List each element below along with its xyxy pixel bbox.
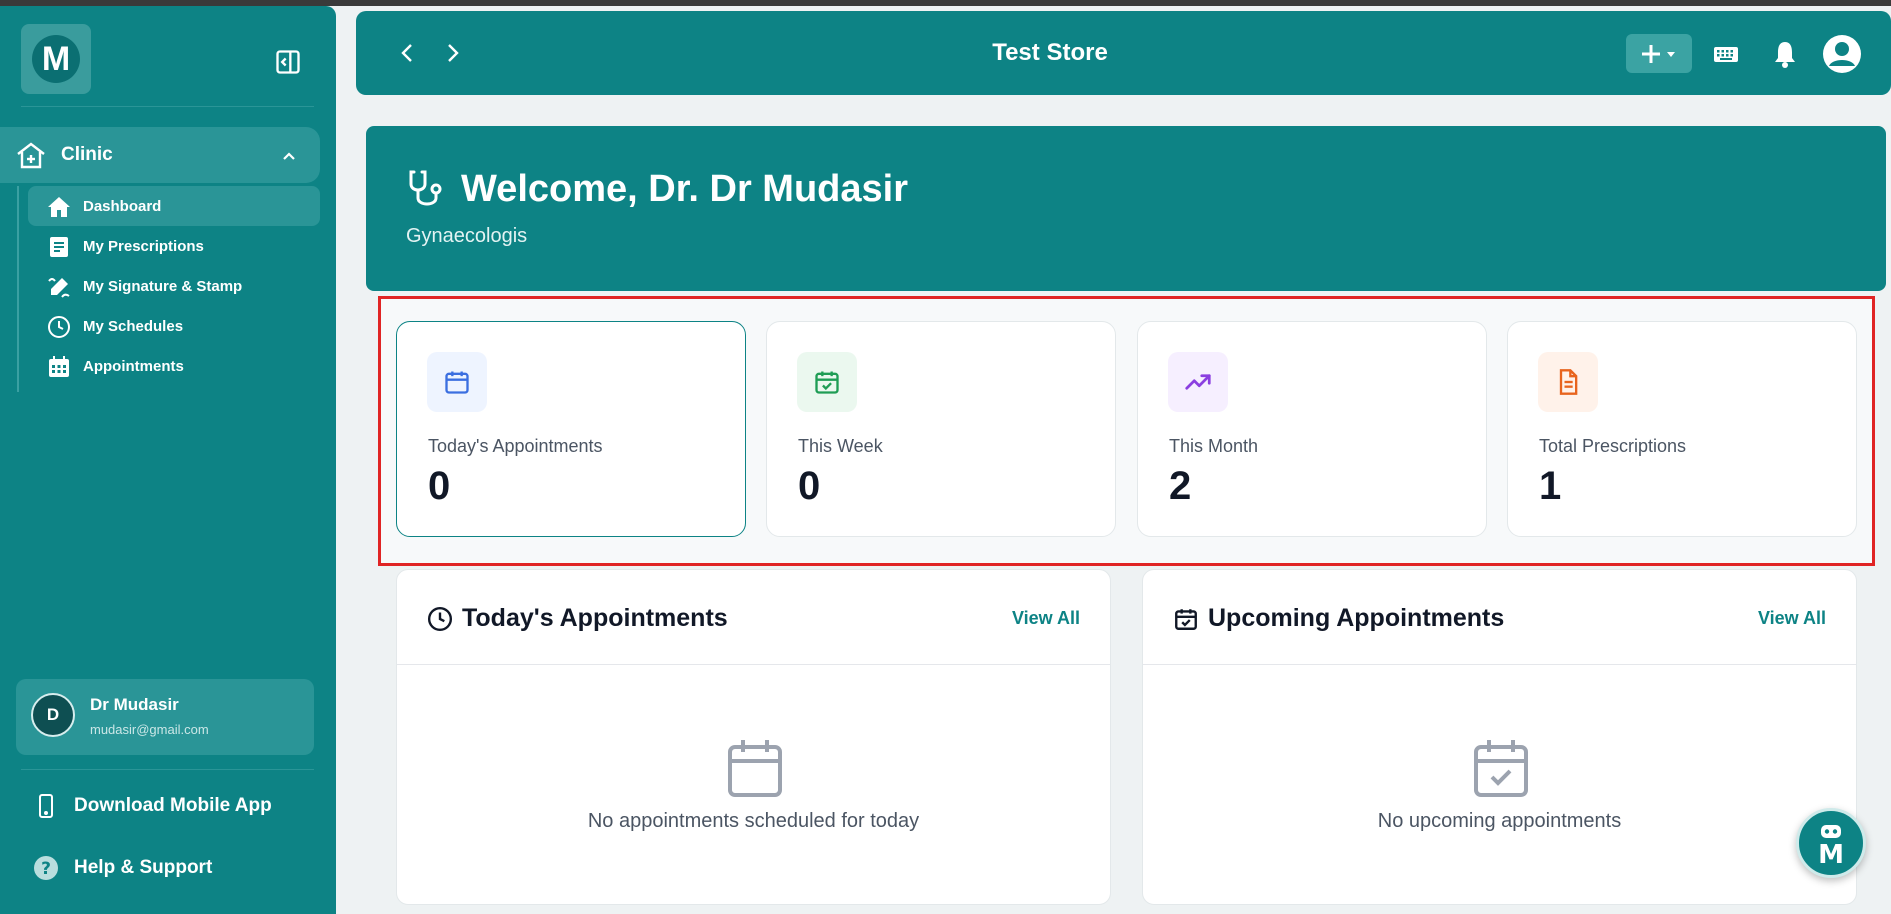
stat-label: This Month [1169,436,1259,456]
stat-icon-box [797,352,857,412]
clock-icon [48,316,70,338]
keyboard-icon[interactable] [1711,39,1741,69]
svg-text:?: ? [41,859,51,879]
app-logo[interactable]: M [21,24,91,94]
help-support-link[interactable]: ? Help & Support [28,850,318,886]
clock-icon [427,606,453,632]
clinic-label: Clinic [61,144,113,165]
chevron-up-icon[interactable] [280,147,298,165]
notification-bell-icon[interactable] [1770,39,1800,69]
empty-calendar-check-icon [1474,740,1528,797]
add-new-button[interactable] [1626,34,1692,73]
help-question-icon: ? [34,856,58,880]
sidebar-item-label: Dashboard [83,197,162,215]
store-title: Test Store [992,39,1108,66]
top-header: Test Store [356,11,1891,95]
stat-card-week[interactable]: This Week 0 [766,321,1116,537]
panel-header: Today's Appointments View All [397,570,1110,665]
view-all-link[interactable]: View All [1012,608,1080,629]
trending-up-icon [1185,374,1211,390]
logo-letter: M [32,35,80,83]
clinic-house-icon [17,142,45,169]
svg-text:M: M [1818,840,1844,865]
stat-label: This Week [798,436,883,456]
sidebar-item-signature[interactable]: My Signature & Stamp [28,266,320,306]
empty-calendar-icon [728,740,782,797]
user-email: mudasir@gmail.com [90,722,209,737]
panel-title: Today's Appointments [462,604,728,632]
stat-card-month[interactable]: This Month 2 [1137,321,1487,537]
panel-header: Upcoming Appointments View All [1143,570,1856,665]
upcoming-appointments-panel: Upcoming Appointments View All No upcomi… [1142,569,1857,905]
sidebar-section-clinic[interactable]: Clinic [0,127,320,183]
sidebar-item-label: My Signature & Stamp [83,277,243,295]
sidebar-item-appointments[interactable]: Appointments [28,346,320,386]
stat-label: Today's Appointments [428,436,603,456]
calendar-icon [49,356,69,377]
avatar: D [31,693,75,737]
stat-label: Total Prescriptions [1539,436,1687,456]
robot-icon: M [1818,825,1844,865]
empty-state-text: No appointments scheduled for today [587,810,920,832]
stethoscope-icon [409,170,442,206]
sidebar-item-label: Appointments [83,357,184,375]
stat-value: 1 [1539,464,1562,508]
sidebar-divider [21,769,314,770]
assistant-bot-button[interactable]: M [1796,808,1866,878]
stat-value: 2 [1169,464,1192,508]
collapse-sidebar-icon[interactable] [274,48,302,76]
help-label: Help & Support [74,857,213,878]
user-name: Dr Mudasir [90,695,179,714]
mobile-phone-icon [39,794,53,818]
calendar-check-icon [815,371,839,394]
calendar-check-icon [1175,609,1197,630]
stat-value: 0 [428,464,451,508]
sidebar-item-prescriptions[interactable]: My Prescriptions [28,226,320,266]
stat-icon-box [1538,352,1598,412]
download-mobile-app-link[interactable]: Download Mobile App [28,788,318,824]
todays-appointments-panel: Today's Appointments View All No appoint… [396,569,1111,905]
stat-icon-box [1168,352,1228,412]
welcome-banner: Welcome, Dr. Dr Mudasir Gynaecologis [366,126,1886,291]
document-icon [1559,369,1578,395]
stat-card-prescriptions[interactable]: Total Prescriptions 1 [1507,321,1857,537]
welcome-specialty: Gynaecologis [406,225,528,247]
stat-card-today[interactable]: Today's Appointments 0 [396,321,746,537]
nav-tree-line [17,186,19,392]
calendar-icon [445,371,469,394]
document-list-icon [50,237,68,257]
signature-pen-icon [48,278,70,298]
plus-dropdown-icon [1642,44,1675,63]
download-label: Download Mobile App [74,795,272,816]
empty-state-text: No upcoming appointments [1377,810,1622,832]
sidebar-item-label: My Prescriptions [83,237,204,255]
stat-value: 0 [798,464,821,508]
welcome-title: Welcome, Dr. Dr Mudasir [461,168,908,210]
user-account-icon[interactable] [1822,34,1862,74]
sidebar-item-label: My Schedules [83,317,184,335]
sidebar-item-dashboard[interactable]: Dashboard [28,186,320,226]
panel-title: Upcoming Appointments [1208,604,1505,632]
user-profile-card[interactable]: D Dr Mudasir mudasir@gmail.com [16,679,314,755]
stat-icon-box [427,352,487,412]
sidebar-divider [21,106,314,107]
sidebar: M Clinic Dashboard My Prescriptions My S… [0,6,336,914]
home-icon [48,197,70,217]
view-all-link[interactable]: View All [1758,608,1826,629]
sidebar-item-schedules[interactable]: My Schedules [28,306,320,346]
